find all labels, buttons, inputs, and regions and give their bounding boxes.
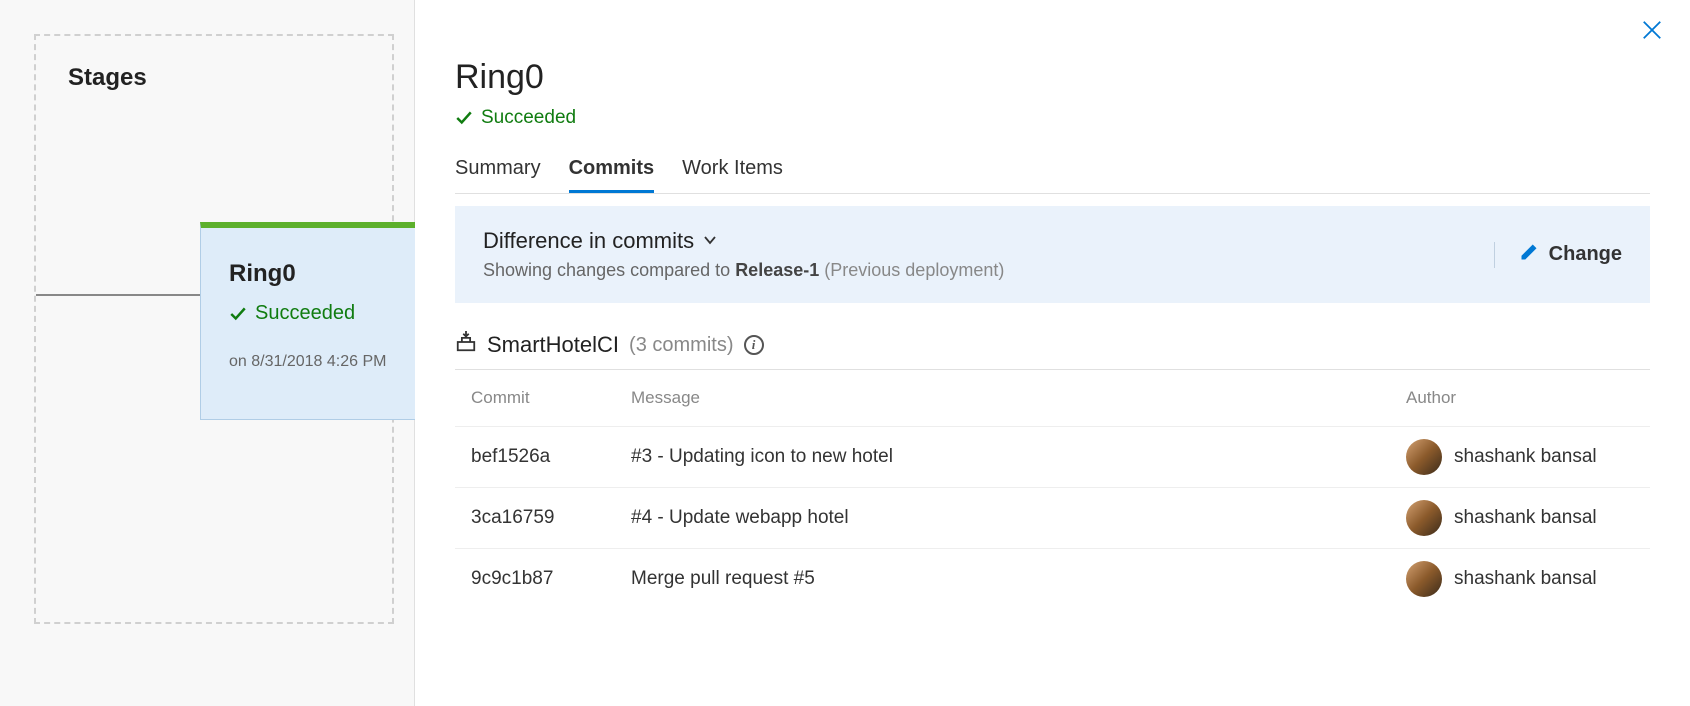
left-panel: Stages Ring0 Succeeded on 8/31/2018 4:26… [0, 0, 415, 706]
commit-author: shashank bansal [1406, 439, 1634, 475]
commit-count: (3 commits) [629, 334, 733, 357]
change-label: Change [1549, 243, 1622, 266]
diff-title-dropdown[interactable]: Difference in commits [483, 228, 1004, 254]
tabs-row: Summary Commits Work Items [455, 157, 1650, 194]
stage-connector [36, 294, 200, 296]
tab-commits[interactable]: Commits [569, 157, 655, 193]
pipeline-icon [455, 331, 477, 359]
header-author: Author [1390, 370, 1650, 427]
diff-prev-note: (Previous deployment) [824, 260, 1004, 280]
pipeline-name: SmartHotelCI [487, 332, 619, 358]
diff-desc-prefix: Showing changes compared to [483, 260, 730, 280]
diff-release-name: Release-1 [735, 260, 819, 280]
table-row[interactable]: 3ca16759 #4 - Update webapp hotel shasha… [455, 488, 1650, 549]
info-icon[interactable]: i [744, 335, 764, 355]
commit-message: #3 - Updating icon to new hotel [615, 427, 1390, 488]
stage-status: Succeeded [229, 302, 425, 325]
avatar [1406, 500, 1442, 536]
checkmark-icon [229, 305, 247, 323]
avatar [1406, 561, 1442, 597]
right-panel: Ring0 Succeeded Summary Commits Work Ite… [415, 0, 1690, 706]
header-message: Message [615, 370, 1390, 427]
commit-hash: 3ca16759 [455, 488, 615, 549]
commit-message: #4 - Update webapp hotel [615, 488, 1390, 549]
pipeline-header: SmartHotelCI (3 commits) i [455, 331, 1650, 359]
change-button[interactable]: Change [1519, 242, 1622, 268]
panel-status-label: Succeeded [481, 107, 576, 129]
diff-bar-right: Change [1494, 242, 1622, 268]
table-row[interactable]: bef1526a #3 - Updating icon to new hotel… [455, 427, 1650, 488]
panel-status: Succeeded [455, 107, 1650, 129]
stages-container: Stages Ring0 Succeeded on 8/31/2018 4:26… [34, 34, 394, 624]
close-button[interactable] [1638, 16, 1666, 44]
table-row[interactable]: 9c9c1b87 Merge pull request #5 shashank … [455, 549, 1650, 610]
commit-author: shashank bansal [1406, 561, 1634, 597]
tab-summary[interactable]: Summary [455, 157, 541, 193]
diff-description: Showing changes compared to Release-1 (P… [483, 260, 1004, 281]
panel-title: Ring0 [455, 58, 1650, 97]
stage-status-label: Succeeded [255, 302, 355, 325]
avatar [1406, 439, 1442, 475]
tab-work-items[interactable]: Work Items [682, 157, 783, 193]
chevron-down-icon [702, 228, 718, 254]
commit-author: shashank bansal [1406, 500, 1634, 536]
checkmark-icon [455, 109, 473, 127]
stages-title: Stages [68, 64, 392, 92]
diff-bar-left: Difference in commits Showing changes co… [483, 228, 1004, 281]
header-commit: Commit [455, 370, 615, 427]
diff-title-label: Difference in commits [483, 228, 694, 254]
stage-card-title: Ring0 [229, 260, 425, 288]
commit-message: Merge pull request #5 [615, 549, 1390, 610]
commit-hash: 9c9c1b87 [455, 549, 615, 610]
pencil-icon [1519, 242, 1539, 268]
commit-hash: bef1526a [455, 427, 615, 488]
diff-bar: Difference in commits Showing changes co… [455, 206, 1650, 303]
stage-date: on 8/31/2018 4:26 PM [229, 353, 425, 371]
commits-table: Commit Message Author bef1526a #3 - Upda… [455, 369, 1650, 609]
